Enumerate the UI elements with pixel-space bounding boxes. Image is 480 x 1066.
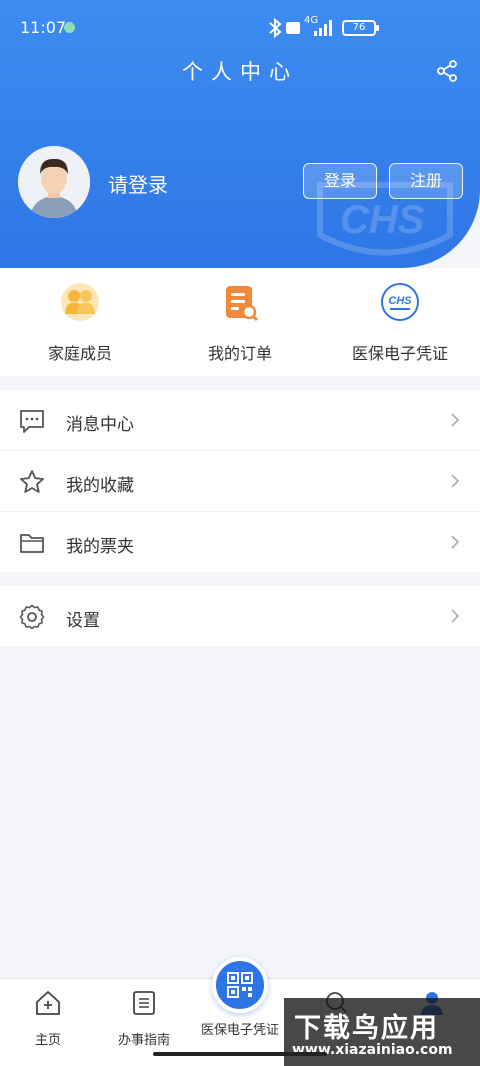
menu-item-label: 我的收藏 [66,476,134,496]
menu-group: 消息中心 我的收藏 我的票夹 [0,390,480,572]
hd-icon [286,22,300,34]
home-icon [36,991,60,1015]
tab-label: 医保电子凭证 [200,1023,279,1038]
status-bar: 11:07 4G 76 [0,0,480,56]
chevron-right-icon [451,474,460,488]
avatar[interactable] [18,146,90,218]
order-icon [226,286,259,322]
menu-item-favorites[interactable]: 我的收藏 [0,451,480,512]
profile-header: CHS 11:07 4G 76 个人中心 请登录 登录 注册 [0,0,480,268]
register-button[interactable]: 注册 [389,163,463,199]
quick-entries: 家庭成员 我的订单 CHS 医保电子凭证 [0,268,480,376]
login-prompt[interactable]: 请登录 [108,169,168,198]
chevron-right-icon [451,535,460,549]
quick-item-label: 家庭成员 [47,344,112,363]
watermark-title: 下载鸟应用 [294,1013,439,1044]
menu-item-ticket-wallet[interactable]: 我的票夹 [0,512,480,573]
guide-icon [133,991,155,1015]
gear-icon [19,604,45,630]
status-time: 11:07 [20,18,67,37]
qr-button[interactable] [212,957,268,1013]
quick-item-label: 医保电子凭证 [351,344,448,363]
quick-item-label: 我的订单 [207,344,272,363]
menu-item-label: 设置 [66,611,100,631]
svg-text:CHS: CHS [340,198,425,242]
login-button[interactable]: 登录 [303,163,377,199]
menu-item-label: 消息中心 [66,415,134,435]
menu-item-messages[interactable]: 消息中心 [0,390,480,451]
settings-group: 设置 [0,586,480,646]
family-icon [61,283,99,321]
home-indicator [153,1052,327,1056]
quick-item-orders[interactable]: 我的订单 [160,282,320,364]
tab-guide[interactable]: 办事指南 [96,989,192,1048]
tab-label: 主页 [34,1033,61,1048]
chevron-right-icon [451,609,460,623]
page-title: 个人中心 [182,60,298,84]
notification-dot-icon [64,22,75,33]
tab-medical-credential[interactable]: 医保电子凭证 [192,957,288,1038]
chevron-right-icon [451,413,460,427]
folder-icon [20,534,44,553]
default-avatar-icon [18,146,90,218]
svg-text:CHS: CHS [388,295,412,307]
chs-icon: CHS [381,283,419,321]
quick-item-medical-credential[interactable]: CHS 医保电子凭证 [320,282,480,364]
tab-label: 办事指南 [117,1033,170,1048]
menu-item-settings[interactable]: 设置 [0,586,480,647]
signal-icon [314,20,332,36]
qr-icon [227,972,253,998]
tab-home[interactable]: 主页 [0,989,96,1048]
share-icon[interactable] [436,60,458,82]
message-icon [20,410,44,433]
star-icon [20,470,44,493]
battery-icon: 76 [342,20,379,36]
quick-item-family[interactable]: 家庭成员 [0,282,160,364]
bluetooth-icon [269,18,282,38]
menu-item-label: 我的票夹 [66,537,134,557]
